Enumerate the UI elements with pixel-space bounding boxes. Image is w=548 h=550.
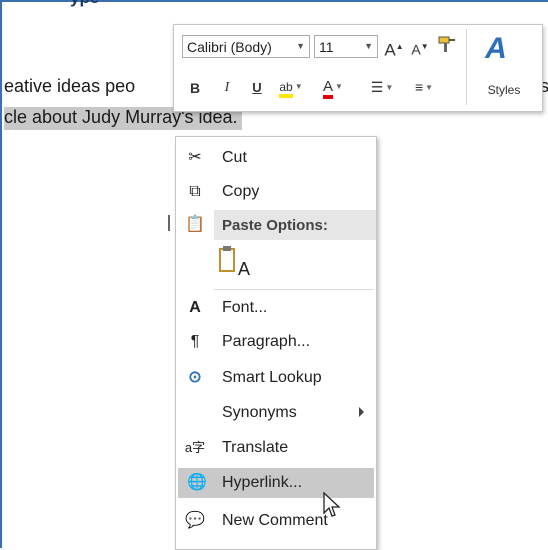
menu-item-cut[interactable]: ✂ Cut [176, 143, 376, 173]
menu-item-label: New Comment [222, 512, 328, 529]
menu-item-translate[interactable]: a字 Translate [176, 433, 376, 463]
menu-item-synonyms[interactable]: Synonyms [176, 398, 376, 428]
menu-item-label: Paragraph... [222, 333, 311, 350]
document-line-1[interactable]: eative ideas peo [4, 76, 135, 97]
menu-item-label: Smart Lookup [222, 369, 322, 386]
bold-button[interactable]: B [186, 77, 204, 99]
grow-font-button[interactable]: A▲ [384, 36, 404, 60]
format-painter-icon [438, 36, 455, 52]
context-menu: ✂ Cut ⧉ Copy Paste Options: 📋 A A Font..… [175, 136, 377, 550]
paste-option-glyph: A [238, 259, 251, 279]
paste-keep-text-only-button[interactable]: A [214, 245, 254, 285]
shrink-font-icon: A [411, 41, 421, 58]
font-icon: A [189, 299, 201, 316]
paste-icon-row: 📋 [176, 210, 214, 240]
menu-separator [214, 289, 374, 290]
smart-lookup-icon: ⊙ [188, 369, 202, 386]
underline-button[interactable]: U [248, 77, 266, 99]
styles-icon[interactable]: A [476, 31, 516, 67]
paragraph-icon: ¶ [190, 333, 200, 350]
bullets-button[interactable]: ☰ ▼ [366, 76, 398, 98]
paste-icon: 📋 [185, 216, 205, 233]
font-size-dropdown[interactable]: 11 ▼ [314, 35, 378, 58]
scissors-icon: ✂ [188, 149, 202, 166]
font-size-value: 11 [319, 39, 334, 55]
text-cursor [168, 215, 170, 231]
hyperlink-icon: 🌐 [187, 474, 207, 491]
numbering-button[interactable]: ≡ ▼ [404, 76, 444, 98]
chevron-down-icon: ▼ [296, 41, 305, 51]
shrink-font-button[interactable]: A▼ [410, 36, 430, 58]
menu-item-paragraph[interactable]: ¶ Paragraph... [176, 327, 376, 357]
menu-item-font[interactable]: A Font... [176, 293, 376, 323]
mini-toolbar: Calibri (Body) ▼ 11 ▼ A▲ A▼ A Styles B I… [173, 24, 543, 112]
submenu-arrow-icon [359, 407, 364, 417]
styles-button[interactable]: Styles [477, 79, 531, 101]
menu-item-label: Cut [222, 149, 247, 166]
translate-icon: a字 [184, 440, 206, 455]
copy-icon: ⧉ [189, 183, 201, 200]
highlight-button[interactable]: ab ▼ [276, 75, 306, 98]
highlight-icon: ab [279, 80, 293, 98]
menu-item-label: Copy [222, 183, 260, 200]
font-color-icon: A [323, 78, 334, 99]
menu-item-label: Synonyms [222, 404, 297, 421]
grow-font-icon: A [384, 40, 396, 60]
font-name-value: Calibri (Body) [187, 39, 272, 55]
paste-options-label: Paste Options: [222, 217, 328, 234]
chevron-down-icon: ▼ [364, 41, 373, 51]
menu-item-label: Translate [222, 439, 289, 456]
menu-item-smart-lookup[interactable]: ⊙ Smart Lookup [176, 363, 376, 393]
menu-item-copy[interactable]: ⧉ Copy [176, 177, 376, 207]
menu-item-label: Hyperlink... [222, 474, 303, 491]
mouse-pointer-icon [323, 491, 341, 517]
page-border-left [0, 0, 2, 548]
menu-item-label: Font... [222, 299, 268, 316]
bullets-icon: ☰ [370, 79, 384, 95]
toolbar-separator [466, 29, 467, 105]
italic-button[interactable]: I [218, 77, 236, 99]
new-comment-icon: 💬 [185, 512, 205, 529]
heading-text: ype [70, 0, 99, 8]
menu-item-new-comment[interactable]: 💬 New Comment [176, 506, 376, 536]
menu-item-hyperlink[interactable]: 🌐 Hyperlink... [178, 468, 374, 498]
paste-options-header: Paste Options: [214, 210, 376, 240]
format-painter-button[interactable] [436, 35, 460, 57]
font-color-button[interactable]: A ▼ [318, 75, 348, 99]
numbering-icon: ≡ [414, 79, 424, 95]
font-name-dropdown[interactable]: Calibri (Body) ▼ [182, 35, 310, 58]
